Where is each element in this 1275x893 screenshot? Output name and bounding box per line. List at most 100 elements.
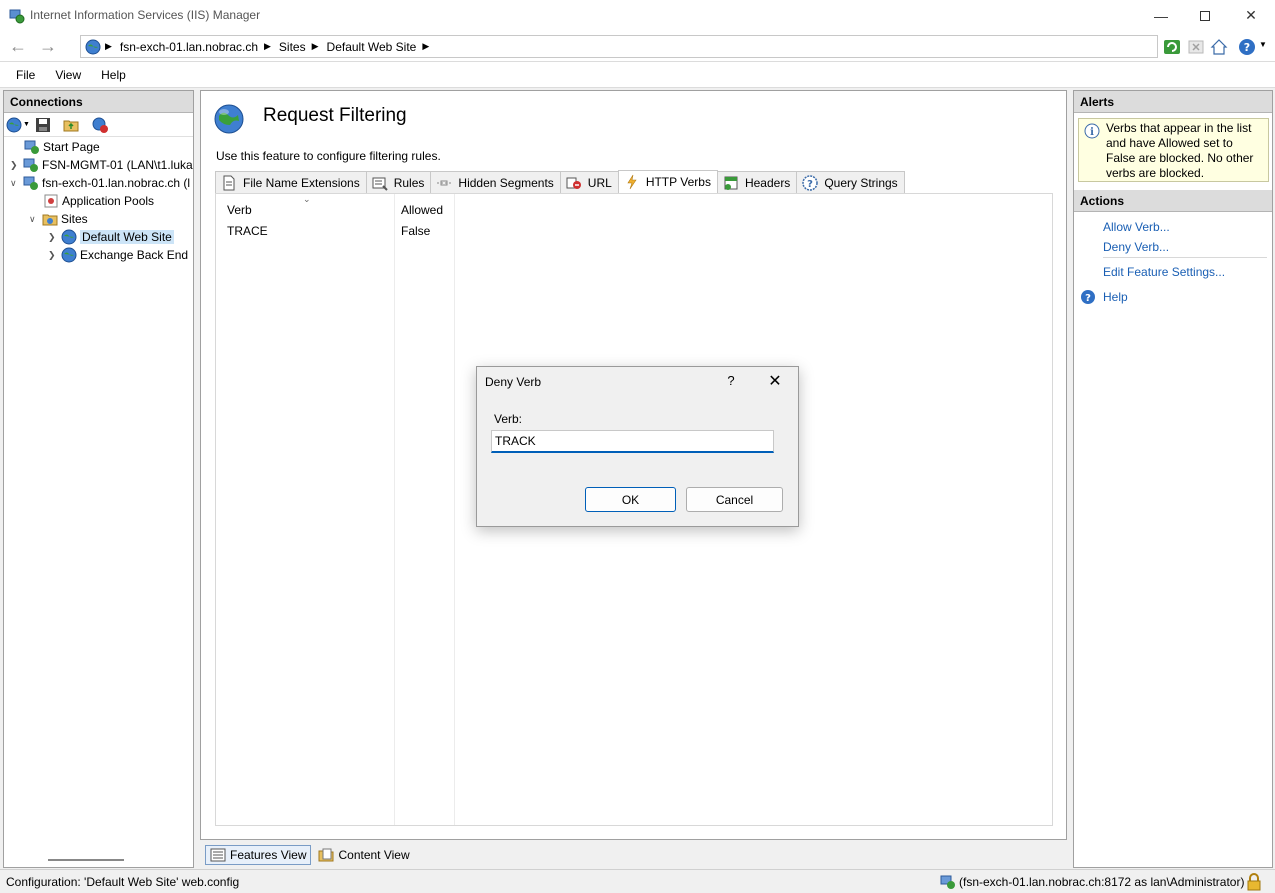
content-view-button[interactable]: Content View: [314, 845, 413, 865]
maximize-button[interactable]: [1182, 0, 1228, 31]
horizontal-scrollbar[interactable]: [48, 859, 124, 861]
folder-up-icon[interactable]: [63, 117, 79, 133]
server-icon: [23, 158, 38, 172]
tab-query-strings[interactable]: ? Query Strings: [796, 171, 905, 193]
help-icon[interactable]: ?: [1238, 38, 1256, 56]
maximize-icon: [1200, 10, 1210, 21]
menu-help[interactable]: Help: [91, 68, 136, 82]
app-pools-icon: [44, 194, 58, 208]
document-icon: [223, 175, 235, 190]
collapse-chevron-down-icon[interactable]: ∨: [10, 178, 20, 189]
ok-button[interactable]: OK: [585, 487, 676, 512]
tree-item-sites[interactable]: ∨ Sites: [29, 210, 88, 228]
breadcrumb-sites[interactable]: Sites: [279, 40, 306, 54]
table-row[interactable]: TRACE False: [216, 220, 454, 240]
column-divider: [454, 194, 455, 825]
verb-cell: TRACE: [227, 224, 268, 238]
feature-description: Use this feature to configure filtering …: [216, 149, 441, 163]
close-button[interactable]: ✕: [1228, 0, 1274, 31]
tree-item-fsn-exch[interactable]: ∨ fsn-exch-01.lan.nobrac.ch (l: [10, 174, 190, 192]
request-filtering-globe-icon: [214, 104, 244, 134]
stop-icon[interactable]: [1187, 38, 1205, 56]
globe-icon: [85, 39, 101, 54]
start-page-icon: [24, 140, 39, 154]
column-divider: [394, 194, 395, 825]
website-globe-icon: [61, 247, 77, 263]
sites-folder-icon: [42, 214, 58, 226]
iis-app-icon: [9, 9, 25, 24]
breadcrumb-separator-icon: ▶: [264, 41, 271, 51]
deny-verb-link[interactable]: Deny Verb...: [1103, 240, 1169, 254]
tree-item-fsn-mgmt[interactable]: ❯ FSN-MGMT-01 (LAN\t1.luka: [10, 156, 193, 174]
help-link[interactable]: Help: [1103, 290, 1128, 304]
tab-http-verbs[interactable]: HTTP Verbs: [617, 170, 718, 193]
view-switcher: Features View Content View: [200, 842, 1067, 868]
breadcrumb-site[interactable]: Default Web Site: [327, 40, 417, 54]
expand-chevron-right-icon[interactable]: ❯: [48, 250, 58, 261]
connect-chevron-down-icon[interactable]: ▼: [23, 121, 30, 128]
tree-item-start-page[interactable]: Start Page: [24, 138, 100, 156]
tree-item-application-pools[interactable]: Application Pools: [43, 192, 154, 210]
status-connection: (fsn-exch-01.lan.nobrac.ch:8172 as lan\A…: [959, 875, 1245, 889]
minimize-button[interactable]: —: [1138, 0, 1184, 31]
alerts-header: Alerts: [1074, 91, 1272, 113]
disconnect-icon[interactable]: [92, 117, 108, 133]
address-bar: ← → ▶ fsn-exch-01.lan.nobrac.ch ▶ Sites …: [0, 31, 1275, 62]
menu-view[interactable]: View: [45, 68, 91, 82]
deny-verb-dialog: Deny Verb ? ✕ Verb: OK Cancel: [476, 366, 799, 527]
svg-text:?: ?: [1244, 41, 1250, 54]
lightning-icon: [627, 174, 637, 190]
expand-chevron-right-icon[interactable]: ❯: [10, 160, 20, 171]
connections-toolbar: ▼: [4, 113, 193, 137]
help-dropdown-chevron-down-icon[interactable]: ▼: [1259, 40, 1267, 49]
tab-headers[interactable]: Headers: [716, 171, 798, 193]
menu-bar: File View Help: [0, 62, 1275, 88]
status-bar: Configuration: 'Default Web Site' web.co…: [0, 869, 1275, 893]
features-view-icon: [210, 848, 226, 862]
dialog-close-icon[interactable]: ✕: [765, 371, 785, 391]
tab-hidden-segments[interactable]: Hidden Segments: [430, 171, 561, 193]
dialog-help-button[interactable]: ?: [723, 373, 739, 388]
forward-button[interactable]: →: [36, 35, 60, 57]
tab-url[interactable]: URL: [559, 171, 619, 193]
divider: [1103, 257, 1267, 258]
tab-file-name-extensions[interactable]: File Name Extensions: [215, 171, 367, 193]
tab-rules[interactable]: Rules: [365, 171, 432, 193]
forward-arrow-icon: →: [39, 35, 57, 56]
allow-verb-link[interactable]: Allow Verb...: [1103, 220, 1170, 234]
features-view-button[interactable]: Features View: [205, 845, 312, 865]
back-button[interactable]: ←: [6, 35, 30, 57]
edit-feature-settings-link[interactable]: Edit Feature Settings...: [1103, 265, 1225, 279]
tree-item-exchange-back-end[interactable]: ❯ Exchange Back End: [48, 246, 188, 264]
cancel-button[interactable]: Cancel: [686, 487, 783, 512]
connect-globe-icon[interactable]: [6, 117, 22, 133]
menu-file[interactable]: File: [6, 68, 45, 82]
title-bar: Internet Information Services (IIS) Mana…: [0, 0, 1275, 31]
home-icon[interactable]: [1210, 38, 1228, 56]
expand-chevron-right-icon[interactable]: ❯: [48, 232, 58, 243]
column-header-verb[interactable]: Verb ⌄: [216, 194, 394, 220]
save-icon[interactable]: [35, 117, 51, 133]
close-icon: ✕: [1245, 7, 1257, 23]
breadcrumb[interactable]: ▶ fsn-exch-01.lan.nobrac.ch ▶ Sites ▶ De…: [80, 35, 1158, 58]
lock-icon: [1247, 873, 1261, 891]
breadcrumb-separator-icon: ▶: [311, 41, 319, 51]
actions-panel: Alerts i Verbs that appear in the list a…: [1073, 90, 1273, 868]
breadcrumb-server[interactable]: fsn-exch-01.lan.nobrac.ch: [120, 40, 258, 54]
tree-item-default-web-site[interactable]: ❯ Default Web Site: [48, 228, 174, 246]
verb-input[interactable]: [491, 430, 774, 453]
help-icon: ?: [1081, 290, 1095, 304]
breadcrumb-separator-icon: ▶: [422, 41, 430, 51]
collapse-chevron-down-icon[interactable]: ∨: [29, 214, 39, 225]
svg-text:i: i: [1090, 127, 1094, 138]
query-strings-icon: ?: [802, 174, 819, 191]
connections-header: Connections: [4, 91, 193, 113]
allowed-cell: False: [401, 224, 431, 238]
status-config: Configuration: 'Default Web Site' web.co…: [6, 875, 240, 889]
column-header-allowed[interactable]: Allowed: [395, 194, 455, 220]
tab-strip: File Name Extensions Rules Hidden Segmen…: [215, 170, 905, 193]
minimize-icon: —: [1154, 7, 1168, 24]
dialog-title: Deny Verb: [485, 375, 542, 389]
refresh-icon[interactable]: [1163, 38, 1181, 56]
content-view-icon: [318, 848, 334, 862]
